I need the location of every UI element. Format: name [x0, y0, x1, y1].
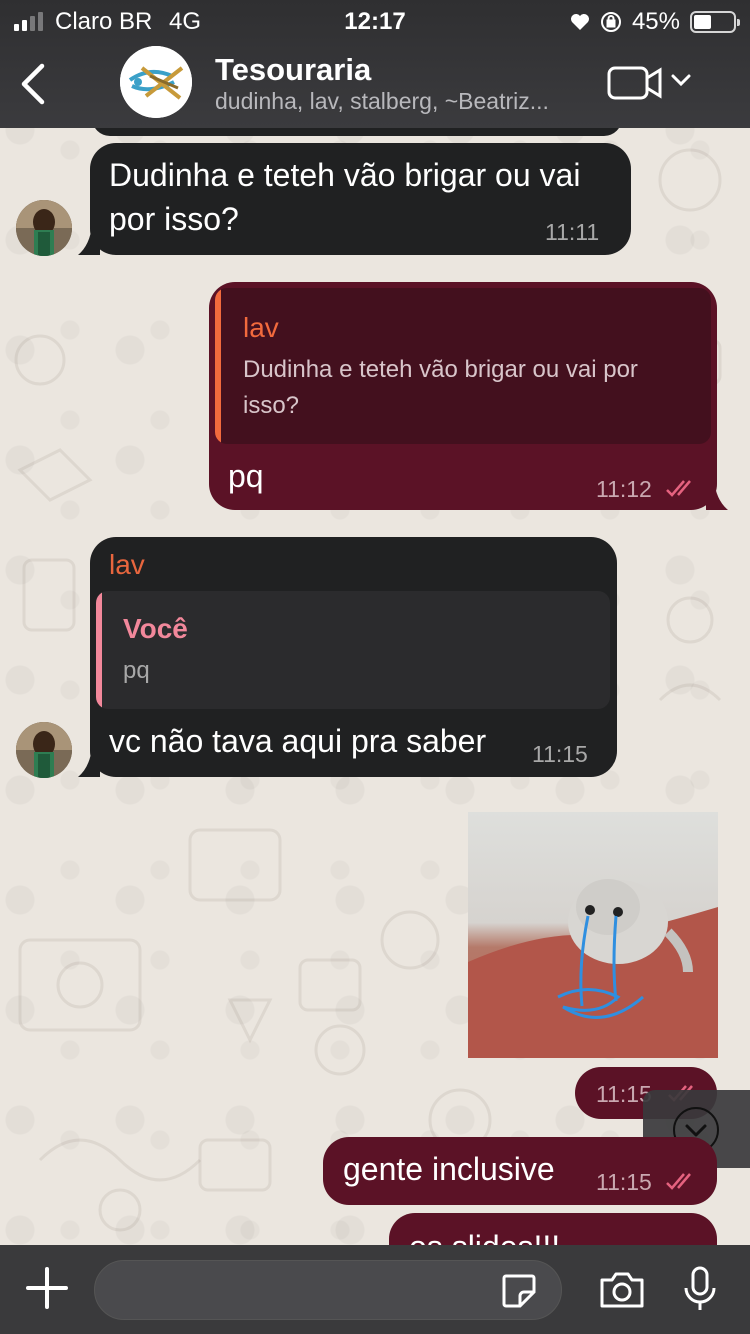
- battery-icon: [690, 11, 740, 33]
- back-chevron-icon[interactable]: [14, 60, 54, 108]
- group-avatar[interactable]: [120, 46, 192, 118]
- quote-author: lav: [243, 312, 279, 343]
- avatar[interactable]: [16, 200, 72, 256]
- quote-text-line: Dudinha e teteh vão brigar ou vai por: [243, 356, 638, 383]
- video-call-icon: [607, 66, 662, 100]
- message-time: 11:15: [596, 1169, 652, 1195]
- message-time: 11:11: [545, 219, 600, 245]
- quoted-message[interactable]: Você pq: [96, 591, 610, 709]
- camera-icon[interactable]: [598, 1270, 646, 1310]
- message-text: gente inclusive: [343, 1151, 555, 1187]
- sender-name[interactable]: lav: [109, 549, 145, 581]
- message-time: 11:15: [532, 741, 588, 767]
- group-name[interactable]: Tesouraria: [215, 52, 371, 88]
- plus-icon[interactable]: [24, 1265, 70, 1311]
- quote-author: Você: [123, 613, 188, 644]
- status-bar: Claro BR 4G 12:17 45%: [0, 0, 750, 42]
- message-text-line: Dudinha e teteh vão brigar ou vai: [109, 157, 581, 193]
- chat-header: Claro BR 4G 12:17 45% Tesouraria dudinha…: [0, 0, 750, 128]
- double-check-icon: [666, 480, 691, 497]
- quote-bar: [96, 591, 102, 709]
- video-call-button[interactable]: [606, 62, 696, 102]
- battery-percent: 45%: [631, 8, 680, 35]
- quote-bar: [215, 288, 221, 444]
- quoted-message[interactable]: lav Dudinha e teteh vão brigar ou vai po…: [215, 288, 711, 444]
- chevron-down-icon: [671, 74, 691, 87]
- rotation-lock-icon: [600, 12, 621, 32]
- quote-text: pq: [123, 657, 150, 684]
- message-text: pq: [228, 458, 264, 494]
- sticker-icon[interactable]: [500, 1272, 538, 1310]
- message-bubble[interactable]: lav Dudinha e teteh vão brigar ou vai po…: [209, 282, 717, 510]
- heart-icon: [570, 14, 589, 30]
- bubble-tail: [78, 747, 100, 777]
- microphone-icon[interactable]: [682, 1266, 718, 1312]
- message-bubble[interactable]: Dudinha e teteh vão brigar ou vai por is…: [90, 143, 631, 255]
- bubble-tail: [706, 480, 728, 510]
- double-check-icon: [666, 1173, 691, 1190]
- avatar[interactable]: [16, 722, 72, 778]
- message-input[interactable]: [115, 1271, 495, 1311]
- quote-text-line: isso?: [243, 392, 300, 419]
- message-bubble[interactable]: lav Você pq vc não tava aqui pra saber 1…: [90, 537, 617, 777]
- message-input-field[interactable]: [94, 1260, 562, 1320]
- message-text: vc não tava aqui pra saber: [109, 723, 487, 759]
- bubble-tail: [78, 225, 100, 255]
- message-time: 11:12: [596, 476, 652, 502]
- sticker-image[interactable]: [468, 812, 718, 1058]
- group-members[interactable]: dudinha, lav, stalberg, ~Beatriz...: [215, 88, 595, 115]
- message-text-line: por isso?: [109, 201, 239, 237]
- message-bubble[interactable]: gente inclusive 11:15: [323, 1137, 717, 1205]
